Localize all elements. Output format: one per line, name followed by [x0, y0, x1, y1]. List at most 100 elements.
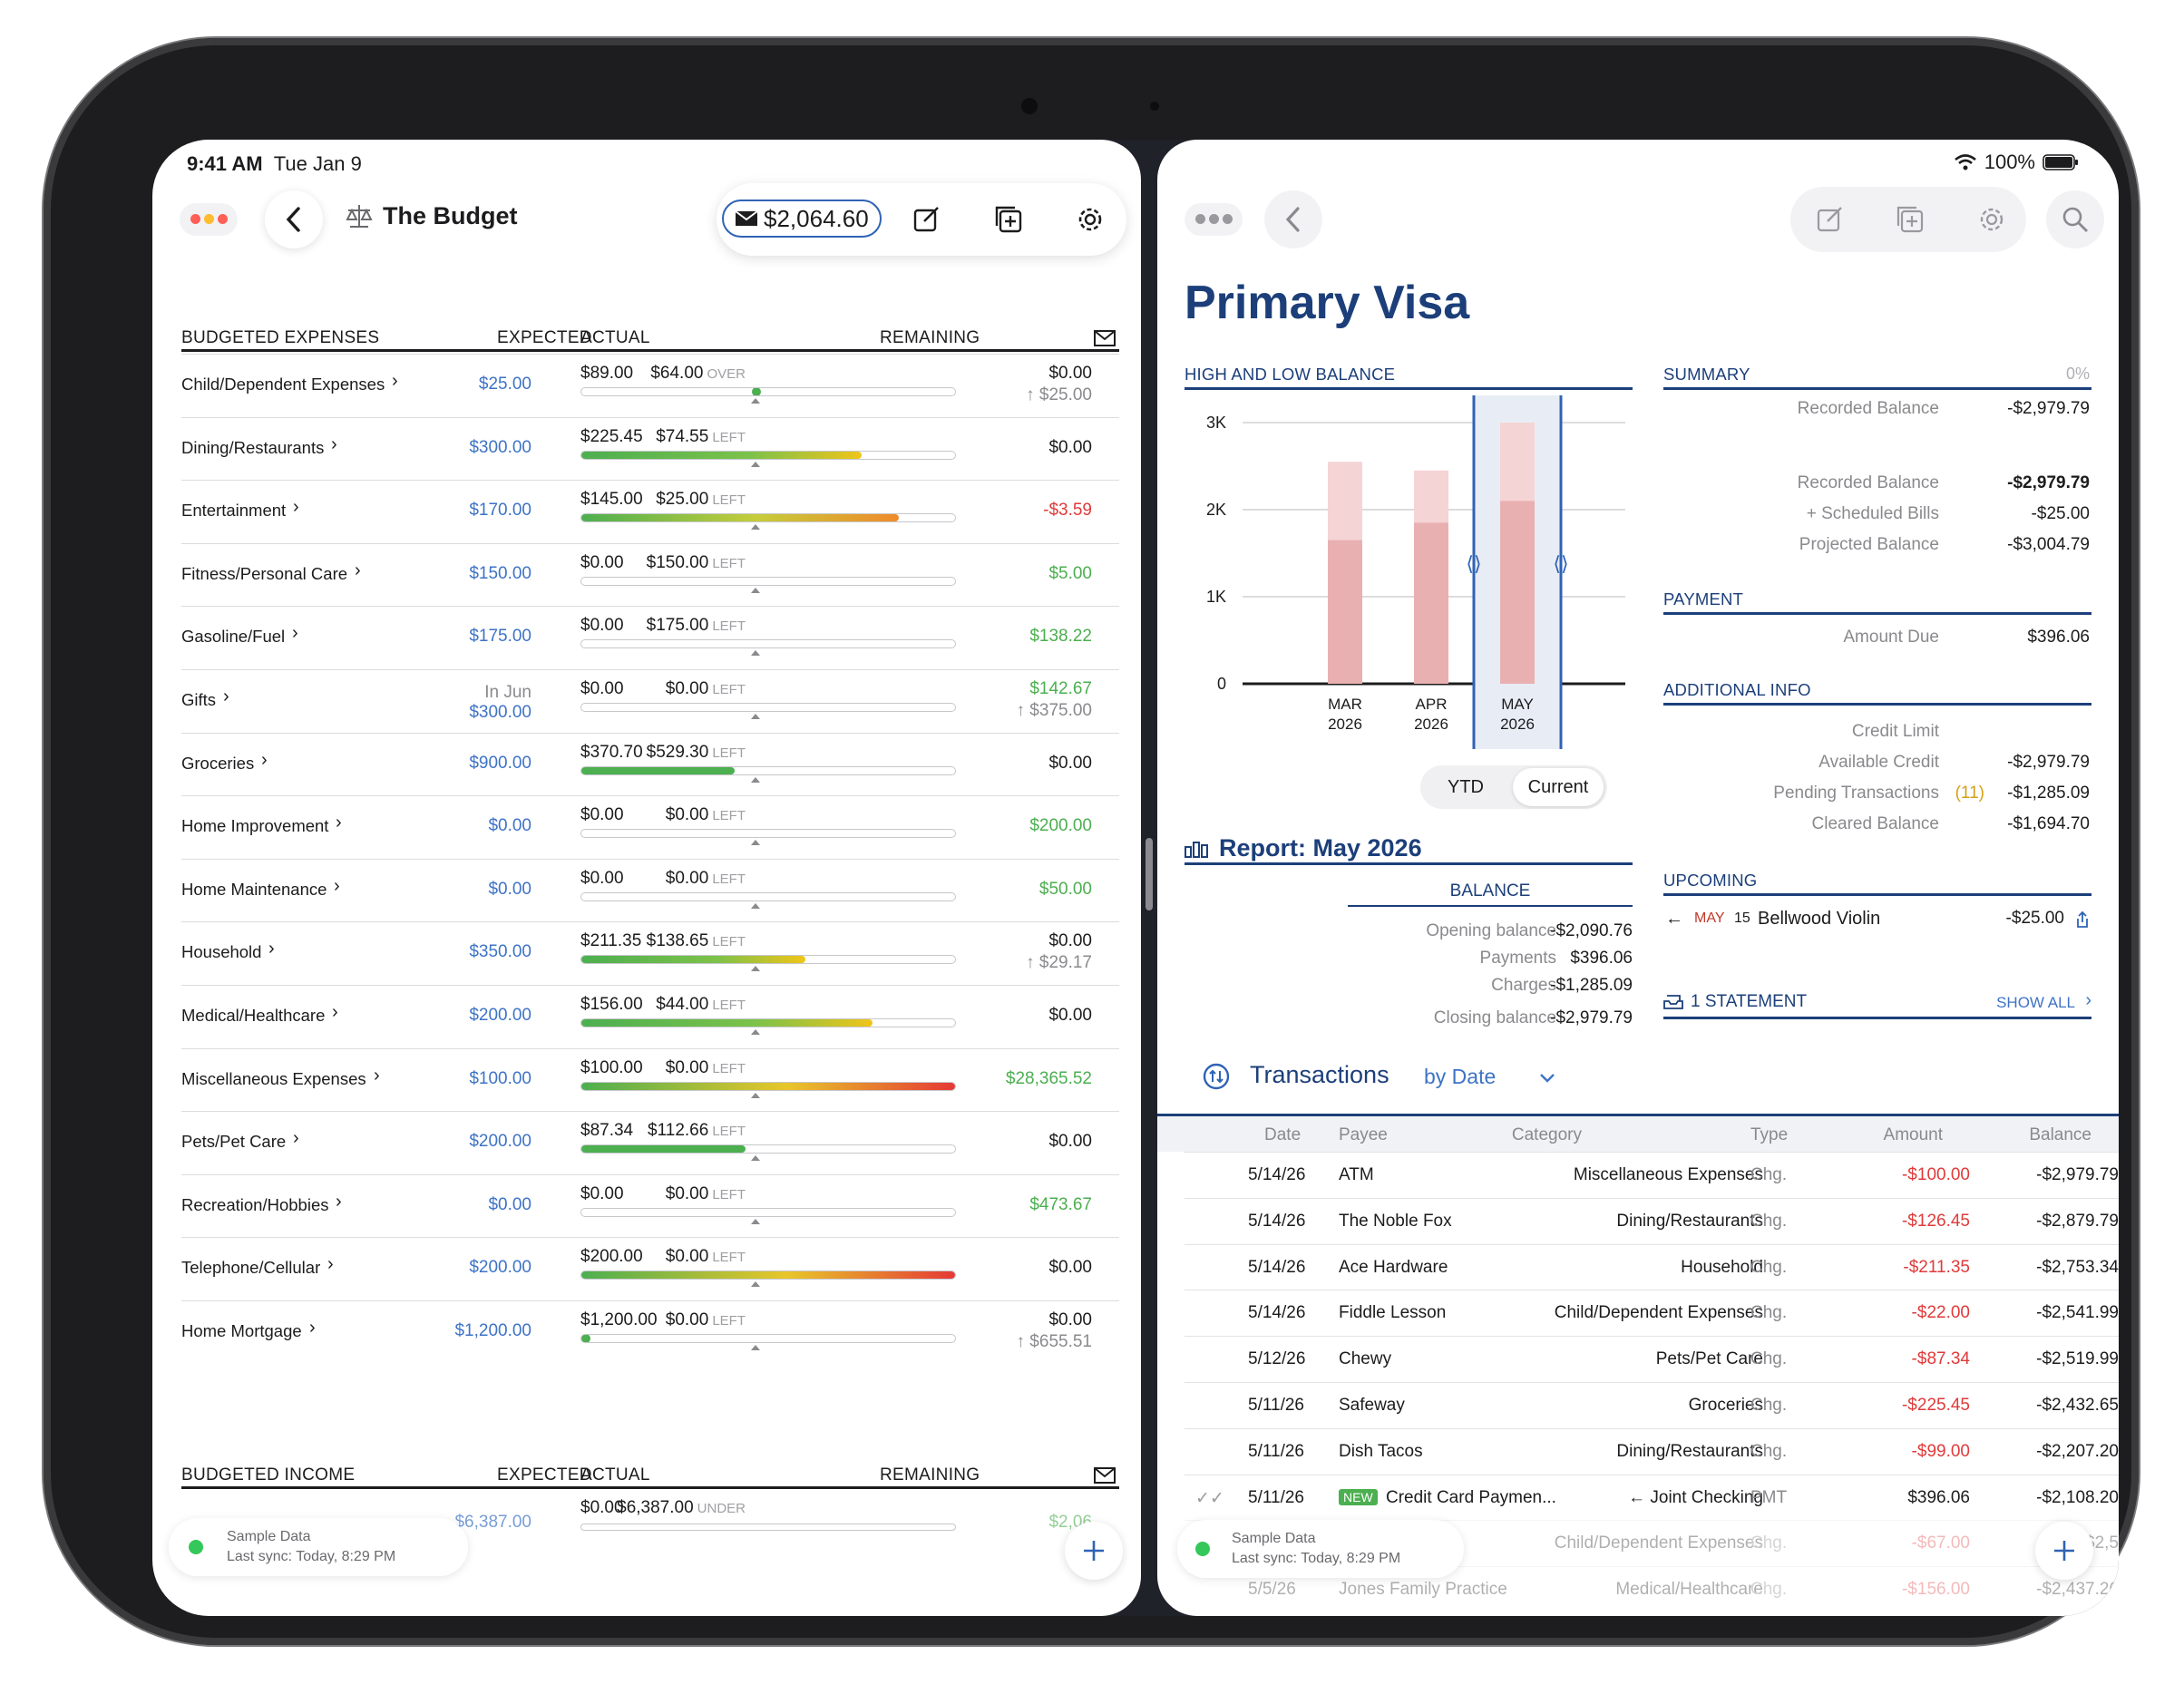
- expense-row[interactable]: Miscellaneous Expenses › $100.00 $100.00 $0.…: [181, 1047, 1119, 1110]
- recorded-balance-label: Recorded Balance: [1797, 473, 1939, 492]
- report-row-value: -$2,979.79: [1550, 1008, 1633, 1027]
- transaction-payee: The Noble Fox: [1339, 1211, 1452, 1231]
- expense-rollover: ↑ $29.17: [1026, 953, 1092, 973]
- settings-button[interactable]: [1061, 190, 1119, 248]
- drag-handle-icon[interactable]: ⟨⟩: [1466, 552, 1481, 575]
- split-view-divider[interactable]: [1146, 838, 1153, 910]
- ytd-segment[interactable]: YTD: [1420, 765, 1511, 809]
- balance-column[interactable]: Balance: [2029, 1125, 2091, 1145]
- expense-row[interactable]: Medical/Healthcare › $200.00 $156.00 $44.00 L…: [181, 985, 1119, 1047]
- expense-row[interactable]: Groceries › $900.00 $370.70 $529.30 LEFT $0.00: [181, 732, 1119, 794]
- chevron-down-icon[interactable]: [1538, 1072, 1556, 1085]
- expense-row[interactable]: Home Improvement › $0.00 $0.00 $0.00 LEFT $200…: [181, 795, 1119, 857]
- bar-low[interactable]: [1414, 522, 1448, 684]
- expense-row[interactable]: Recreation/Hobbies › $0.00 $0.00 $0.00 LEFT $4…: [181, 1173, 1119, 1236]
- transactions-column-header: Date Payee Category Type Amount Balance: [1157, 1114, 2119, 1152]
- progress-fill: [581, 1271, 955, 1280]
- add-transaction-button[interactable]: [2035, 1522, 2093, 1580]
- transaction-row[interactable]: 5/14/26 Ace Hardware Household Chg. -$211.35…: [1185, 1243, 2119, 1290]
- expense-category: Child/Dependent Expenses: [181, 375, 385, 394]
- expense-row[interactable]: Dining/Restaurants › $300.00 $225.45 $74.55 L…: [181, 416, 1119, 479]
- transaction-row[interactable]: 5/14/26 Fiddle Lesson Child/Dependent Expe…: [1185, 1290, 2119, 1336]
- chevron-right-icon: ›: [293, 497, 299, 518]
- expense-row[interactable]: Home Maintenance › $0.00 $0.00 $0.00 LEFT $50.…: [181, 858, 1119, 920]
- settings-button[interactable]: [1963, 190, 2021, 248]
- report-row-value: -$1,285.09: [1550, 976, 1633, 995]
- transaction-type: Chg.: [1750, 1580, 1788, 1600]
- duplicate-button[interactable]: [980, 190, 1038, 248]
- expense-row[interactable]: Telephone/Cellular › $200.00 $200.00 $0.00 LE…: [181, 1237, 1119, 1299]
- x-tick-year: 2026: [1328, 716, 1362, 733]
- expected-column: EXPECTED: [497, 1465, 592, 1485]
- expected-marker: [751, 1029, 760, 1035]
- expense-balance: $0.00: [1048, 437, 1092, 457]
- expense-row[interactable]: Pets/Pet Care › $200.00 $87.34 $112.66 LEFT $0…: [181, 1111, 1119, 1173]
- report-row-label: Charges: [1491, 976, 1556, 995]
- multitask-menu-button[interactable]: [1185, 203, 1243, 236]
- add-button[interactable]: [1065, 1522, 1123, 1580]
- additional-info-label: Pending Transactions: [1773, 784, 1939, 803]
- wifi-icon: [1954, 154, 1976, 170]
- drag-handle-icon[interactable]: ⟨⟩: [1553, 552, 1568, 575]
- expense-row[interactable]: Gasoline/Fuel › $175.00 $0.00 $175.00 LEFT $13…: [181, 606, 1119, 667]
- sync-status[interactable]: Sample Data Last sync: Today, 8:29 PM: [169, 1518, 468, 1576]
- expense-balance: $0.00: [1048, 1132, 1092, 1152]
- duplicate-button[interactable]: [1881, 190, 1939, 248]
- expected-marker: [751, 1218, 760, 1224]
- envelope-balance-button[interactable]: $2,064.60: [722, 200, 882, 238]
- expense-expected: $900.00: [469, 753, 531, 773]
- envelope-icon: [1094, 330, 1116, 346]
- edit-button[interactable]: [1801, 190, 1859, 248]
- amount-column[interactable]: Amount: [1884, 1125, 1943, 1145]
- back-button[interactable]: [1264, 190, 1322, 248]
- date-column[interactable]: Date: [1264, 1125, 1301, 1145]
- chevron-right-icon: ›: [268, 939, 275, 959]
- back-button[interactable]: [265, 190, 323, 248]
- expense-row[interactable]: Child/Dependent Expenses › $25.00 $89.00 $64…: [181, 354, 1119, 415]
- expenses-header: BUDGETED EXPENSES EXPECTED ACTUAL REMAIN…: [181, 328, 1119, 352]
- sync-status[interactable]: Sample Data Last sync: Today, 8:29 PM: [1177, 1520, 1464, 1578]
- category-column[interactable]: Category: [1512, 1125, 1582, 1145]
- expense-row[interactable]: Gifts › In Jun $300.00 $0.00 $0.00 LEFT $142.67…: [181, 669, 1119, 731]
- page-title: The Budget: [383, 201, 518, 229]
- transaction-payee: Fiddle Lesson: [1339, 1303, 1447, 1323]
- show-all-link[interactable]: SHOW ALL: [1996, 994, 2075, 1012]
- transaction-row[interactable]: 5/12/26 Chewy Pets/Pet Care Chg. -$87.34 -$2,…: [1185, 1336, 2119, 1382]
- upcoming-title: UPCOMING: [1663, 871, 2091, 896]
- expense-remaining: $0.00 LEFT: [665, 1310, 746, 1329]
- edit-button[interactable]: [898, 190, 956, 248]
- payee-column[interactable]: Payee: [1339, 1125, 1388, 1145]
- transaction-row[interactable]: 5/11/26 Dish Tacos Dining/Restaurants Chg. -…: [1185, 1427, 2119, 1475]
- expense-progress-bar: [580, 703, 956, 712]
- cleared-check-icon: ✓✓: [1195, 1488, 1224, 1508]
- expense-row[interactable]: Household › $350.00 $211.35 $138.65 LEFT $0.00…: [181, 921, 1119, 983]
- transaction-row[interactable]: 5/14/26 ATM Miscellaneous Expenses Chg. -$10…: [1185, 1152, 2119, 1198]
- upcoming-month: MAY: [1694, 910, 1725, 926]
- report-header[interactable]: Report: May 2026: [1185, 834, 1633, 865]
- transaction-date: 5/11/26: [1248, 1487, 1304, 1507]
- expense-row[interactable]: Entertainment › $170.00 $145.00 $25.00 LEFT -$…: [181, 480, 1119, 541]
- bar-low[interactable]: [1328, 540, 1362, 684]
- transaction-row[interactable]: ✓✓ 5/11/26 NEW Credit Card Paymen... ← Joint…: [1185, 1474, 2119, 1521]
- balance-chart[interactable]: 0 1K 2K 3K MAR 2026 APR 2026 MAY 2026 ⟨⟩ ⟨⟩: [1185, 395, 1633, 758]
- expense-expected: $175.00: [469, 627, 531, 647]
- expense-row[interactable]: Home Mortgage › $1,200.00 $1,200.00 $0.00 LEF…: [181, 1300, 1119, 1362]
- bar-low[interactable]: [1500, 501, 1535, 684]
- type-column[interactable]: Type: [1750, 1125, 1788, 1145]
- sort-by-date-button[interactable]: by Date: [1424, 1065, 1496, 1089]
- upcoming-item[interactable]: ← MAY 15 Bellwood Violin -$25.00: [1663, 909, 2091, 936]
- current-segment[interactable]: Current: [1513, 768, 1604, 806]
- expense-rollover: ↑ $655.51: [1016, 1332, 1092, 1351]
- expense-row[interactable]: Fitness/Personal Care › $150.00 $0.00 $150.0…: [181, 542, 1119, 605]
- multitask-menu-button[interactable]: [180, 203, 238, 236]
- transaction-row[interactable]: 5/11/26 Safeway Groceries Chg. -$225.45 -$2,4…: [1185, 1382, 2119, 1428]
- projected-balance-label: Projected Balance: [1799, 535, 1939, 554]
- sync-label: Sample Data: [1232, 1531, 1316, 1546]
- chevron-right-icon: ›: [336, 1191, 342, 1212]
- expense-progress-bar: [580, 765, 956, 775]
- x-tick-label: APR: [1416, 696, 1448, 713]
- budget-title: The Budget: [345, 201, 518, 230]
- transaction-row[interactable]: 5/14/26 The Noble Fox Dining/Restaurants Ch…: [1185, 1197, 2119, 1244]
- chevron-right-icon: ›: [223, 686, 229, 706]
- search-button[interactable]: [2046, 190, 2104, 248]
